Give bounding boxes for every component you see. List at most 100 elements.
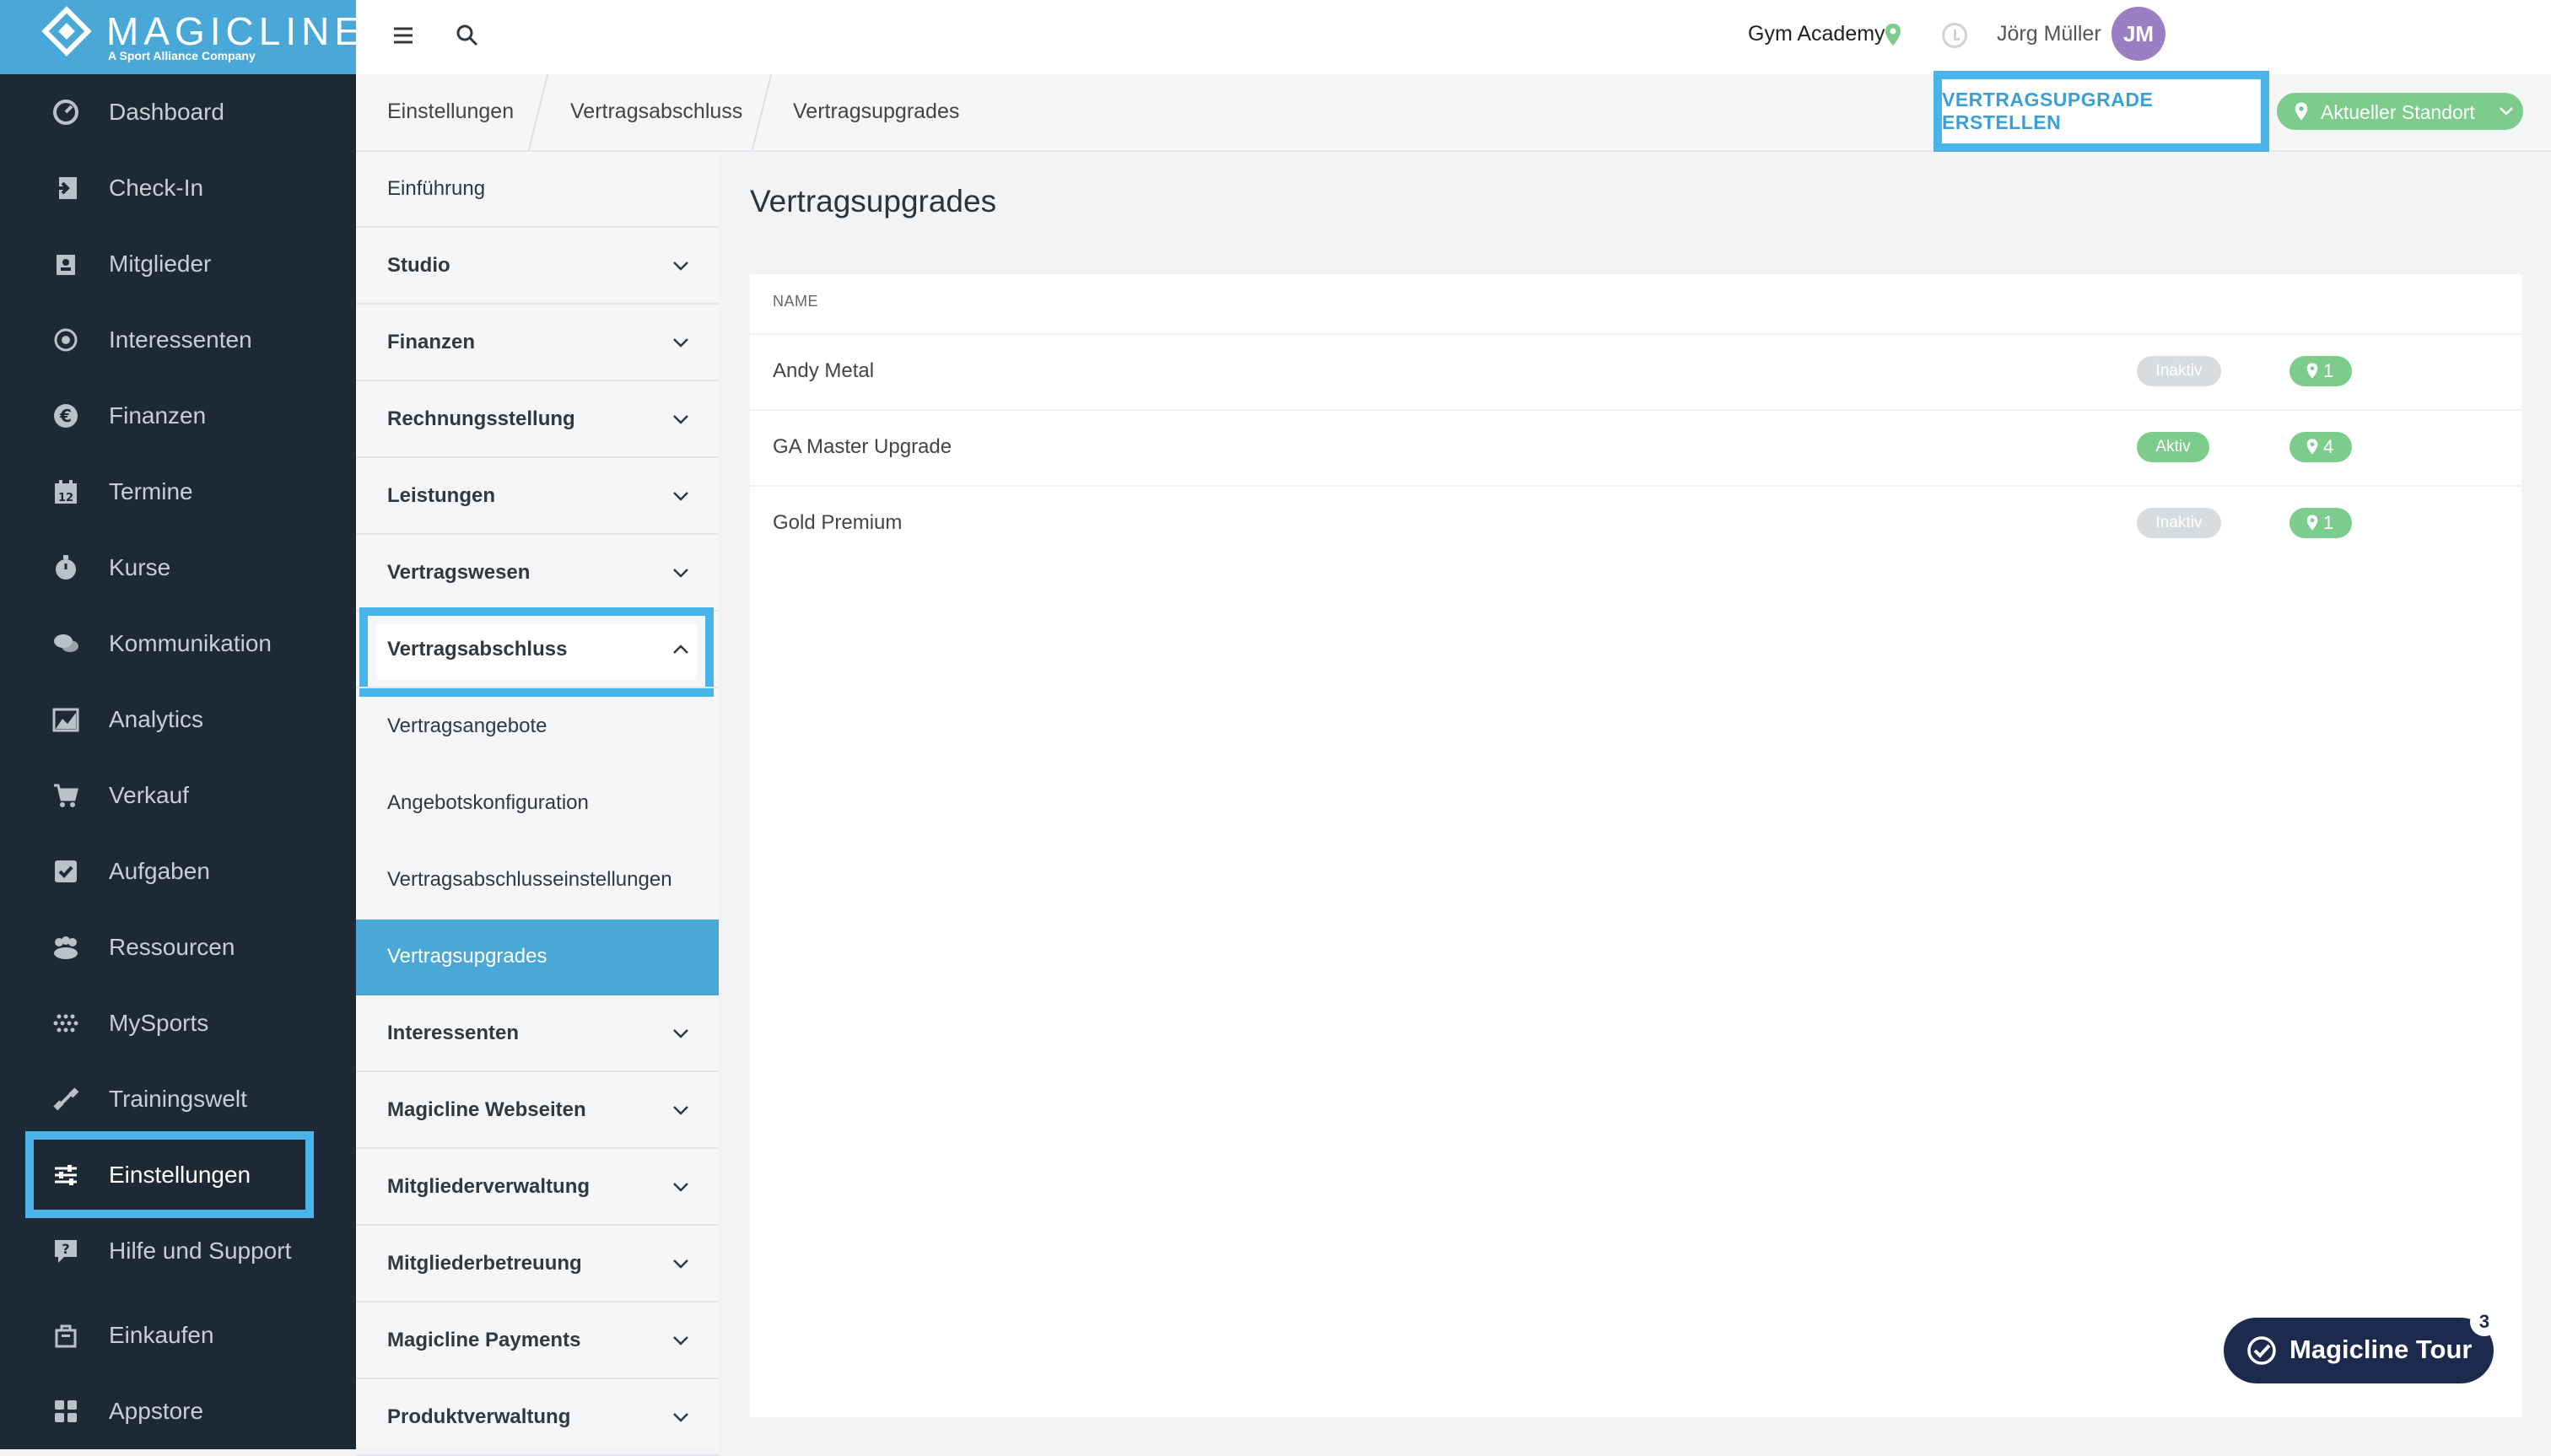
magicline-logo-icon xyxy=(41,6,92,57)
sidebar-item-dashboard[interactable]: Dashboard xyxy=(0,74,356,150)
sidebar-item-hilfe[interactable]: ? Hilfe und Support xyxy=(0,1213,356,1289)
chevron-down-icon xyxy=(671,333,690,352)
location-dropdown[interactable]: Aktueller Standort xyxy=(2277,93,2523,130)
submenu-item-rechnungsstellung[interactable]: Rechnungsstellung xyxy=(356,382,719,458)
sidebar-item-aufgaben[interactable]: Aufgaben xyxy=(0,833,356,909)
table-row[interactable]: Andy Metal Inaktiv 1 xyxy=(750,333,2521,409)
submenu-item-label: Mitgliederverwaltung xyxy=(387,1175,591,1198)
submenu-item-label: Angebotskonfiguration xyxy=(387,791,589,814)
sidebar-item-ressourcen[interactable]: Ressourcen xyxy=(0,909,356,985)
main-sidebar: MAGICLINE A Sport Alliance Company Dashb… xyxy=(0,0,360,1449)
sidebar-item-label: Verkauf xyxy=(109,782,189,808)
chevron-down-icon xyxy=(671,1101,690,1119)
chevron-down-icon xyxy=(671,1331,690,1350)
submenu-item-mitgliederbetreuung[interactable]: Mitgliederbetreuung xyxy=(356,1227,719,1302)
location-count: 4 xyxy=(2323,436,2334,457)
table-row[interactable]: Gold Premium Inaktiv 1 xyxy=(750,485,2521,561)
chat-icon xyxy=(51,628,81,659)
sidebar-item-mitglieder[interactable]: Mitglieder xyxy=(0,226,356,302)
sidebar-item-termine[interactable]: 12 Termine xyxy=(0,454,356,530)
submenu-item-interessenten[interactable]: Interessenten xyxy=(356,996,719,1072)
sidebar-item-trainingswelt[interactable]: Trainingswelt xyxy=(0,1061,356,1137)
location-dropdown-label: Aktueller Standort xyxy=(2321,101,2475,123)
submenu-item-leistungen[interactable]: Leistungen xyxy=(356,459,719,535)
chevron-down-icon xyxy=(671,1408,690,1426)
sidebar-item-einkaufen[interactable]: Einkaufen xyxy=(0,1297,356,1373)
submenu-item-label: Einführung xyxy=(387,177,486,200)
submenu-item-vertragsupgrades[interactable]: Vertragsupgrades xyxy=(356,919,719,995)
submenu-item-einführung[interactable]: Einführung xyxy=(356,152,719,228)
column-header-name[interactable]: NAME xyxy=(773,293,818,310)
sidebar-item-appstore[interactable]: Appstore xyxy=(0,1373,356,1449)
sidebar-item-label: Ressourcen xyxy=(109,934,235,960)
submenu-item-label: Studio xyxy=(387,254,450,277)
submenu-item-vertragswesen[interactable]: Vertragswesen xyxy=(356,536,719,612)
location-count-badge: 1 xyxy=(2289,356,2352,386)
chevron-down-icon xyxy=(671,487,690,505)
sidebar-item-mysports[interactable]: MySports xyxy=(0,985,356,1061)
brand-name: MAGICLINE xyxy=(106,9,366,53)
breadcrumb-item-einstellungen[interactable]: Einstellungen xyxy=(387,100,514,124)
submenu-item-produktverwaltung[interactable]: Produktverwaltung xyxy=(356,1380,719,1456)
submenu-item-vertragsabschluss[interactable]: Vertragsabschluss xyxy=(356,612,719,688)
gym-selector[interactable]: Gym Academy xyxy=(1748,22,1885,46)
calendar-icon: 12 xyxy=(51,477,81,507)
submenu-item-vertragsangebote[interactable]: Vertragsangebote xyxy=(356,689,719,765)
upgrades-table: NAME Andy Metal Inaktiv 1 GA Master Upgrade… xyxy=(750,274,2521,1417)
submenu-item-label: Produktverwaltung xyxy=(387,1405,571,1428)
search-icon[interactable] xyxy=(450,19,484,52)
sidebar-item-label: Aufgaben xyxy=(109,858,210,884)
chevron-down-icon xyxy=(2498,103,2515,120)
upgrade-name[interactable]: Gold Premium xyxy=(773,511,902,535)
submenu-item-studio[interactable]: Studio xyxy=(356,229,719,305)
table-row[interactable]: GA Master Upgrade Aktiv 4 xyxy=(750,409,2521,485)
sidebar-item-label: Kommunikation xyxy=(109,630,272,656)
location-count-badge: 4 xyxy=(2289,432,2352,462)
sidebar-item-label: Einkaufen xyxy=(109,1322,214,1348)
sidebar-item-label: Finanzen xyxy=(109,402,207,429)
brand-header[interactable]: MAGICLINE A Sport Alliance Company xyxy=(0,0,360,74)
submenu-item-magicline-webseiten[interactable]: Magicline Webseiten xyxy=(356,1073,719,1149)
hamburger-menu-icon[interactable] xyxy=(386,19,420,52)
chevron-down-icon xyxy=(671,410,690,429)
status-badge: Inaktiv xyxy=(2137,508,2221,538)
members-icon xyxy=(51,249,81,279)
clock-icon[interactable] xyxy=(1942,23,1967,48)
sidebar-item-kurse[interactable]: Kurse xyxy=(0,530,356,606)
submenu-item-mitgliederverwaltung[interactable]: Mitgliederverwaltung xyxy=(356,1150,719,1226)
breadcrumb-item-vertragsabschluss[interactable]: Vertragsabschluss xyxy=(570,100,742,124)
avatar[interactable]: JM xyxy=(2111,7,2165,61)
submenu-item-label: Leistungen xyxy=(387,484,496,507)
sidebar-item-check-in[interactable]: Check-In xyxy=(0,150,356,226)
submenu-item-label: Interessenten xyxy=(387,1022,520,1044)
sidebar-item-finanzen[interactable]: € Finanzen xyxy=(0,378,356,454)
sidebar-item-verkauf[interactable]: Verkauf xyxy=(0,758,356,833)
upgrade-name[interactable]: GA Master Upgrade xyxy=(773,435,952,459)
shop-icon xyxy=(51,1320,81,1351)
status-badge: Inaktiv xyxy=(2137,356,2221,386)
sidebar-item-analytics[interactable]: Analytics xyxy=(0,682,356,758)
sidebar-item-label: Appstore xyxy=(109,1398,204,1424)
location-count: 1 xyxy=(2323,360,2334,381)
location-pin-icon xyxy=(2306,514,2318,531)
sidebar-item-label: Hilfe und Support xyxy=(109,1238,292,1264)
svg-text:?: ? xyxy=(62,1241,69,1257)
chevron-up-icon xyxy=(671,640,690,659)
submenu-item-finanzen[interactable]: Finanzen xyxy=(356,305,719,381)
sidebar-item-label: Dashboard xyxy=(109,99,224,125)
submenu-item-label: Mitgliederbetreuung xyxy=(387,1252,582,1275)
user-name[interactable]: Jörg Müller xyxy=(1997,22,2101,46)
sidebar-item-interessenten[interactable]: Interessenten xyxy=(0,302,356,378)
check-circle-icon xyxy=(2246,1335,2278,1367)
sidebar-item-kommunikation[interactable]: Kommunikation xyxy=(0,606,356,682)
sidebar-item-label: Trainingswelt xyxy=(109,1086,247,1112)
submenu-item-vertragsabschlusseinstellungen[interactable]: Vertragsabschlusseinstellungen xyxy=(356,843,719,919)
submenu-item-angebotskonfiguration[interactable]: Angebotskonfiguration xyxy=(356,766,719,842)
submenu-item-magicline-payments[interactable]: Magicline Payments xyxy=(356,1303,719,1379)
tour-count-badge: 3 xyxy=(2470,1308,2499,1336)
brand-tagline: A Sport Alliance Company xyxy=(108,49,256,62)
create-upgrade-button[interactable]: VERTRAGSUPGRADE ERSTELLEN xyxy=(1933,71,2269,152)
upgrade-name[interactable]: Andy Metal xyxy=(773,359,874,383)
magicline-tour-button[interactable]: Magicline Tour xyxy=(2224,1318,2494,1383)
chart-icon xyxy=(51,704,81,735)
